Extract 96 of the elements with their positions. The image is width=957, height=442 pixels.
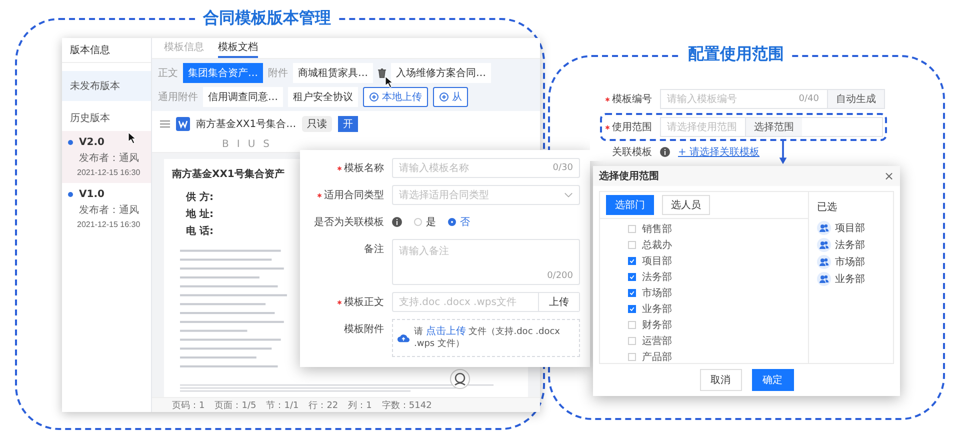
selected-department: 法务部 bbox=[835, 238, 865, 252]
timeline-dot bbox=[68, 140, 73, 145]
document-field-label: 供 方: bbox=[184, 190, 214, 204]
checkbox[interactable] bbox=[628, 289, 636, 297]
attachment-chip[interactable]: 商城租赁家具… bbox=[293, 63, 373, 83]
department-name: 业务部 bbox=[642, 302, 672, 316]
field-label: 模板名称 bbox=[344, 162, 384, 175]
department-name: 产品部 bbox=[642, 350, 672, 364]
info-icon[interactable] bbox=[660, 147, 670, 157]
field-label: 使用范围 bbox=[612, 120, 652, 134]
radio-option[interactable]: 否 bbox=[448, 215, 470, 229]
upload-area[interactable]: 请 点击上传 文件（支持.doc .docx .wps 文件） bbox=[392, 319, 580, 357]
tab[interactable]: 选部门 bbox=[606, 195, 654, 215]
addon-button[interactable]: 自动生成 bbox=[827, 90, 884, 108]
version-name: V1.0 bbox=[79, 189, 104, 200]
selected-department: 业务部 bbox=[835, 272, 865, 286]
checkbox[interactable] bbox=[628, 305, 636, 313]
upload-button[interactable]: 本地上传 bbox=[363, 87, 428, 107]
status-item: 字数：5142 bbox=[382, 400, 432, 412]
cancel-button[interactable]: 取消 bbox=[700, 369, 742, 391]
cloud-upload-icon bbox=[397, 333, 410, 343]
selected-label: 已选 bbox=[817, 200, 838, 214]
version-time: 2021-12-15 16:30 bbox=[76, 220, 140, 229]
confirm-button[interactable]: 确定 bbox=[752, 369, 794, 391]
attachment-group-label: 通用附件 bbox=[158, 90, 198, 104]
user-group-icon bbox=[817, 255, 831, 269]
upload-button[interactable]: 上传 bbox=[538, 293, 579, 311]
department-name: 法务部 bbox=[642, 270, 672, 284]
version-name: V2.0 bbox=[79, 137, 104, 148]
selected-department: 项目部 bbox=[835, 222, 865, 235]
selected-department: 市场部 bbox=[835, 256, 865, 269]
field-label: 备注 bbox=[364, 242, 384, 256]
attachment-chip[interactable]: 信用调查同意… bbox=[203, 87, 283, 107]
select-template-link[interactable]: + 请选择关联模板 bbox=[678, 145, 760, 159]
status-item: 节：1/1 bbox=[266, 400, 299, 412]
attachment-chip[interactable]: 租户安全协议 bbox=[288, 87, 358, 107]
document-field-label: 地 址: bbox=[184, 208, 214, 221]
version-publisher: 发布者：通风 bbox=[78, 152, 139, 165]
addon-button[interactable]: 选择范围 bbox=[745, 118, 802, 136]
sidebar-title: 版本信息 bbox=[62, 38, 151, 63]
status-item: 行：22 bbox=[308, 400, 338, 412]
document-file-icon bbox=[176, 117, 190, 131]
chevron-down-icon bbox=[564, 192, 573, 198]
status-item: 列：1 bbox=[348, 400, 372, 412]
checkbox[interactable] bbox=[628, 273, 636, 281]
field-label: 模板附件 bbox=[344, 322, 384, 336]
file-field[interactable]: 支持.doc .docx .wps文件 上传 bbox=[392, 292, 580, 312]
history-label: 历史版本 bbox=[69, 112, 111, 126]
unpublished-version-item[interactable]: 未发布版本 bbox=[62, 71, 151, 101]
attachment-chip[interactable]: 入场维修方案合同… bbox=[391, 63, 491, 83]
attachment-group-label: 正文 bbox=[158, 66, 178, 80]
plus-circle-icon bbox=[439, 92, 449, 102]
document-field-label: 电 话: bbox=[185, 224, 214, 238]
delete-icon[interactable] bbox=[378, 68, 386, 78]
version-time: 2021-12-15 16:30 bbox=[76, 168, 140, 177]
upload-hint: 请 点击上传 文件（支持.doc .docx .wps 文件） bbox=[414, 326, 561, 350]
plus-circle-icon bbox=[369, 92, 379, 102]
document-title: 南方基金XX1号集合资产 bbox=[172, 167, 284, 181]
attachment-chip[interactable]: 集团集合资产… bbox=[183, 63, 263, 83]
tab[interactable]: 选人员 bbox=[662, 195, 710, 215]
field-label: 关联模板 bbox=[612, 146, 652, 159]
info-icon[interactable] bbox=[392, 217, 402, 227]
assistant-icon[interactable] bbox=[450, 369, 470, 389]
user-group-icon bbox=[817, 221, 831, 235]
field-label: 模板编号 bbox=[612, 92, 652, 106]
version-publisher: 发布者：通风 bbox=[78, 204, 139, 217]
field-label: 适用合同类型 bbox=[324, 188, 384, 202]
department-name: 项目部 bbox=[642, 254, 672, 268]
field-label: 模板正文 bbox=[344, 296, 384, 309]
status-item: 页面：1/5 bbox=[214, 400, 256, 412]
department-name: 市场部 bbox=[642, 286, 672, 300]
document-file-name: 南方基金XX1号集合… bbox=[196, 118, 296, 131]
timeline-dot bbox=[68, 192, 73, 197]
status-item: 页码：1 bbox=[172, 400, 205, 412]
menu-icon[interactable] bbox=[160, 120, 170, 128]
radio-option[interactable]: 是 bbox=[414, 215, 436, 229]
version-item[interactable]: V2.0 发布者：通风 2021-12-15 16:30 bbox=[62, 131, 151, 183]
cursor-icon bbox=[385, 76, 393, 88]
cursor-icon bbox=[128, 132, 136, 144]
department-name: 财务部 bbox=[642, 318, 672, 332]
field-label: 是否为关联模板 bbox=[314, 216, 384, 229]
input-field[interactable]: 请选择使用范围 选择范围 bbox=[660, 117, 883, 137]
open-button[interactable]: 开 bbox=[338, 116, 358, 132]
close-button[interactable]: × bbox=[882, 169, 896, 183]
department-name: 总裁办 bbox=[642, 238, 672, 252]
checkbox[interactable] bbox=[628, 257, 636, 265]
attachment-group-label: 附件 bbox=[268, 67, 288, 80]
dialog-title: 选择使用范围 bbox=[599, 170, 659, 183]
read-only-badge: 只读 bbox=[302, 116, 332, 132]
department-name: 销售部 bbox=[642, 222, 672, 236]
user-group-icon bbox=[817, 238, 831, 252]
upload-button[interactable]: 从 bbox=[433, 87, 468, 107]
input-field[interactable]: 请输入模板编号 0/40 自动生成 bbox=[660, 89, 885, 109]
user-group-icon bbox=[817, 272, 831, 286]
department-name: 运营部 bbox=[642, 334, 672, 348]
version-item[interactable]: V1.0 发布者：通风 2021-12-15 16:30 bbox=[62, 183, 151, 235]
